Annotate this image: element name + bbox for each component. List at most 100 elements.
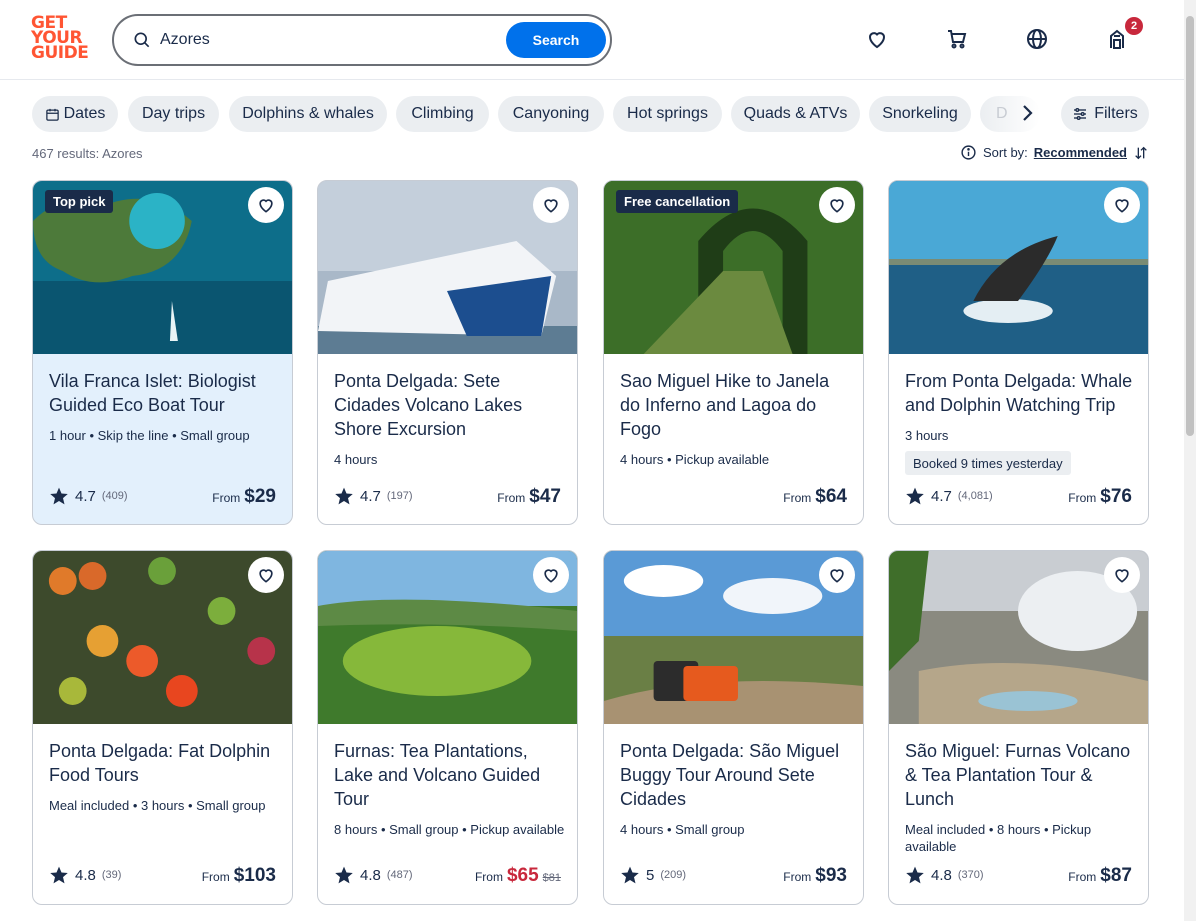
chevron-right-icon[interactable]	[1015, 101, 1039, 125]
card-title[interactable]: Ponta Delgada: São Miguel Buggy Tour Aro…	[620, 739, 852, 811]
price-value: $29	[244, 486, 276, 507]
sliders-icon	[1074, 108, 1087, 120]
card-meta: Meal included • 3 hours • Small group	[49, 798, 266, 813]
card-meta: 3 hours	[905, 428, 949, 443]
search-button[interactable]: Search	[506, 22, 606, 58]
notification-badge: 2	[1125, 17, 1143, 35]
activity-card[interactable]: Ponta Delgada: São Miguel Buggy Tour Aro…	[603, 550, 864, 905]
review-count: (4,081)	[957, 490, 993, 502]
card-rating: 5 (209)	[620, 865, 686, 885]
price-from-label: From	[212, 491, 241, 505]
activity-card[interactable]: From Ponta Delgada: Whale and Dolphin Wa…	[888, 180, 1149, 525]
price-from-label: From	[783, 491, 812, 505]
heart-icon[interactable]	[533, 187, 569, 223]
activity-card[interactable]: Free cancellation Sao Miguel Hike to Jan…	[603, 180, 864, 525]
calendar-icon	[45, 108, 59, 121]
chip-label: Dolphins & whales	[242, 105, 374, 122]
review-count: (409)	[101, 490, 128, 502]
chip-quads-atvs[interactable]: Quads & ATVs	[731, 96, 860, 132]
chip-hot-springs[interactable]: Hot springs	[613, 96, 722, 132]
chip-label: Hot springs	[627, 105, 708, 122]
card-price: From $65 $81	[475, 865, 561, 887]
results-count: 467 results: Azores	[32, 146, 143, 161]
sort-arrows-icon[interactable]	[1133, 145, 1149, 161]
card-rating: 4.8 (487)	[334, 865, 413, 885]
price-value: $93	[815, 865, 847, 886]
sort-label: Sort by:	[983, 145, 1028, 160]
heart-icon[interactable]	[533, 557, 569, 593]
filters-button[interactable]: Filters	[1061, 96, 1149, 132]
globe-icon[interactable]	[1022, 24, 1052, 54]
review-count: (370)	[957, 869, 984, 881]
chip-climbing[interactable]: Climbing	[396, 96, 489, 132]
card-title[interactable]: Furnas: Tea Plantations, Lake and Volcan…	[334, 739, 566, 811]
card-rating: 4.7 (197)	[334, 486, 413, 506]
heart-icon[interactable]	[819, 187, 855, 223]
price-from-label: From	[474, 870, 503, 884]
page-scrollbar[interactable]	[1184, 0, 1196, 921]
wishlist-heart-icon[interactable]	[862, 24, 892, 54]
star-icon	[335, 487, 353, 505]
rating-value: 4.8	[931, 866, 952, 884]
card-rating: 4.7 (4,081)	[905, 486, 993, 506]
chip-label: Dates	[63, 105, 106, 122]
card-title[interactable]: São Miguel: Furnas Volcano & Tea Plantat…	[905, 739, 1137, 811]
card-title[interactable]: From Ponta Delgada: Whale and Dolphin Wa…	[905, 369, 1137, 417]
original-price: $81	[542, 872, 561, 884]
chip-label: Day trips	[141, 105, 206, 122]
price-value: $103	[233, 865, 276, 886]
getyourguide-logo[interactable]: GET YOUR GUIDE	[31, 15, 91, 64]
chip-day-trips[interactable]: Day trips	[128, 96, 219, 132]
card-rating: 4.8 (39)	[49, 865, 121, 885]
card-title[interactable]: Ponta Delgada: Fat Dolphin Food Tours	[49, 739, 281, 787]
card-meta: Meal included • 8 hours • Pickup availab…	[905, 822, 1092, 854]
search-bar: Search	[112, 14, 612, 66]
activity-card[interactable]: Ponta Delgada: Fat Dolphin Food Tours Me…	[32, 550, 293, 905]
chip-dates[interactable]: Dates	[32, 96, 118, 132]
search-icon	[134, 32, 150, 48]
heart-icon[interactable]	[248, 187, 284, 223]
sale-price-value: $65	[506, 865, 539, 886]
sort-value[interactable]: Recommended	[1034, 145, 1127, 160]
cart-icon[interactable]	[942, 24, 972, 54]
heart-icon[interactable]	[248, 557, 284, 593]
price-value: $47	[529, 486, 561, 507]
price-value: $87	[1100, 865, 1132, 886]
top-header: GET YOUR GUIDE Search 2	[0, 0, 1184, 80]
info-icon[interactable]	[960, 144, 977, 161]
activity-card[interactable]: São Miguel: Furnas Volcano & Tea Plantat…	[888, 550, 1149, 905]
top-pick-tag: Top pick	[45, 190, 114, 213]
chip-label: Quads & ATVs	[743, 105, 848, 122]
activity-card[interactable]: Top pick Vila Franca Islet: Biologist Gu…	[32, 180, 293, 525]
card-meta: 4 hours • Small group	[620, 822, 745, 837]
chip-canyoning[interactable]: Canyoning	[498, 96, 604, 132]
card-price: From $76	[1068, 486, 1132, 508]
search-input[interactable]	[160, 28, 500, 52]
heart-icon[interactable]	[1104, 187, 1140, 223]
chip-snorkeling[interactable]: Snorkeling	[869, 96, 971, 132]
activity-card[interactable]: Ponta Delgada: Sete Cidades Volcano Lake…	[317, 180, 578, 525]
card-title[interactable]: Sao Miguel Hike to Janela do Inferno and…	[620, 369, 852, 441]
activity-card[interactable]: Furnas: Tea Plantations, Lake and Volcan…	[317, 550, 578, 905]
chip-dolphins-whales[interactable]: Dolphins & whales	[229, 96, 387, 132]
scrollbar-thumb[interactable]	[1186, 16, 1194, 436]
star-icon	[335, 866, 353, 884]
filters-label: Filters	[1094, 105, 1138, 122]
card-rating: 4.8 (370)	[905, 865, 984, 885]
card-meta: 8 hours • Small group • Pickup available	[334, 822, 565, 837]
star-icon	[621, 866, 639, 884]
card-price: From $103	[202, 865, 276, 887]
heart-icon[interactable]	[819, 557, 855, 593]
price-from-label: From	[497, 491, 526, 505]
card-rating: 4.7 (409)	[49, 486, 128, 506]
card-meta: 4 hours • Pickup available	[620, 452, 770, 467]
card-title[interactable]: Ponta Delgada: Sete Cidades Volcano Lake…	[334, 369, 566, 441]
free-cancellation-tag: Free cancellation	[616, 190, 739, 213]
review-count: (487)	[386, 869, 413, 881]
card-title[interactable]: Vila Franca Islet: Biologist Guided Eco …	[49, 369, 281, 417]
star-icon	[906, 866, 924, 884]
price-from-label: From	[1068, 491, 1097, 505]
sort-control[interactable]: Sort by: Recommended	[960, 144, 1149, 161]
card-price: From $64	[783, 486, 847, 508]
heart-icon[interactable]	[1104, 557, 1140, 593]
